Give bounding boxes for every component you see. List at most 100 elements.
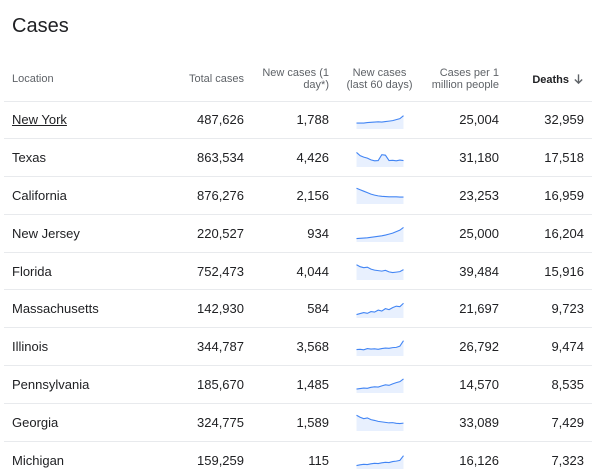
trend-sparkline-cell bbox=[337, 100, 422, 139]
location-name: Illinois bbox=[12, 339, 49, 355]
trend-sparkline bbox=[355, 302, 404, 318]
page-title: Cases bbox=[12, 15, 69, 37]
location-cell: Massachusetts bbox=[4, 289, 154, 328]
table-row[interactable]: Massachusetts 142,930 584 21,697 9,723 bbox=[4, 289, 592, 328]
trend-area bbox=[356, 152, 403, 167]
total-cases-cell: 159,259 bbox=[154, 440, 252, 476]
table-row[interactable]: Texas 863,534 4,426 31,180 17,518 bbox=[4, 138, 592, 177]
table-row[interactable]: New York 487,626 1,788 25,004 32,959 bbox=[4, 100, 592, 139]
new-cases-cell: 3,568 bbox=[252, 327, 337, 366]
deaths-cell: 9,723 bbox=[507, 289, 592, 328]
deaths-cell: 7,323 bbox=[507, 440, 592, 476]
trend-sparkline bbox=[355, 378, 404, 394]
location-name: California bbox=[12, 187, 67, 203]
deaths-cell: 9,474 bbox=[507, 327, 592, 366]
total-cases-cell: 863,534 bbox=[154, 138, 252, 177]
cases-per-million-cell: 25,000 bbox=[422, 213, 507, 253]
cases-per-million-cell: 14,570 bbox=[422, 365, 507, 404]
location-cell: Texas bbox=[4, 138, 154, 177]
table-row[interactable]: Georgia 324,775 1,589 33,089 7,429 bbox=[4, 402, 592, 442]
cases-per-million-cell: 33,089 bbox=[422, 402, 507, 442]
trend-sparkline-cell bbox=[337, 289, 422, 328]
location-cell: Michigan bbox=[4, 440, 154, 476]
table-header-row: Location Total cases New cases (1 day*) … bbox=[4, 58, 592, 101]
location-cell: Florida bbox=[4, 251, 154, 290]
trend-sparkline bbox=[355, 188, 403, 205]
deaths-cell: 16,959 bbox=[507, 176, 592, 215]
trend-sparkline-cell bbox=[337, 365, 422, 404]
column-header-deaths[interactable]: Deaths bbox=[507, 58, 592, 101]
trend-sparkline bbox=[355, 227, 404, 243]
deaths-cell: 7,429 bbox=[507, 402, 592, 442]
trend-sparkline-cell bbox=[337, 251, 422, 290]
total-cases-cell: 752,473 bbox=[154, 251, 252, 290]
location-cell: New Jersey bbox=[4, 213, 154, 253]
location-cell[interactable]: New York bbox=[4, 100, 154, 139]
deaths-cell: 32,959 bbox=[507, 100, 592, 139]
location-name: New Jersey bbox=[12, 225, 80, 241]
table-row[interactable]: Michigan 159,259 115 16,126 7,323 bbox=[4, 440, 592, 476]
trend-sparkline bbox=[355, 151, 404, 167]
total-cases-cell: 487,626 bbox=[154, 100, 252, 139]
trend-area bbox=[356, 340, 403, 356]
trend-sparkline bbox=[356, 115, 404, 129]
new-cases-cell: 4,426 bbox=[252, 138, 337, 177]
trend-sparkline bbox=[355, 340, 404, 356]
new-cases-cell: 4,044 bbox=[252, 251, 337, 290]
new-cases-cell: 2,156 bbox=[252, 176, 337, 215]
cases-per-million-cell: 39,484 bbox=[422, 251, 507, 290]
location-name: Michigan bbox=[12, 452, 65, 468]
location-cell: California bbox=[4, 176, 154, 215]
table-row[interactable]: California 876,276 2,156 23,253 16,959 bbox=[4, 176, 592, 215]
trend-sparkline-cell bbox=[337, 327, 422, 366]
deaths-cell: 16,204 bbox=[507, 213, 592, 253]
table-row[interactable]: Florida 752,473 4,044 39,484 15,916 bbox=[4, 251, 592, 290]
table-row[interactable]: Pennsylvania 185,670 1,485 14,570 8,535 bbox=[4, 365, 592, 404]
trend-sparkline-cell bbox=[337, 402, 422, 442]
trend-sparkline-cell bbox=[337, 440, 422, 476]
trend-sparkline bbox=[355, 455, 404, 470]
location-cell: Georgia bbox=[4, 402, 154, 442]
deaths-cell: 15,916 bbox=[507, 251, 592, 290]
column-header-cases-per-million[interactable]: Cases per 1 million people bbox=[422, 58, 507, 101]
trend-sparkline bbox=[355, 415, 404, 432]
location-name: Texas bbox=[12, 150, 46, 166]
total-cases-cell: 220,527 bbox=[154, 213, 252, 253]
column-header-location[interactable]: Location bbox=[4, 58, 154, 101]
new-cases-cell: 584 bbox=[252, 289, 337, 328]
new-cases-cell: 115 bbox=[252, 440, 337, 476]
table-row[interactable]: New Jersey 220,527 934 25,000 16,204 bbox=[4, 213, 592, 253]
table-row[interactable]: Illinois 344,787 3,568 26,792 9,474 bbox=[4, 327, 592, 366]
location-name: Florida bbox=[12, 263, 52, 279]
location-name[interactable]: New York bbox=[12, 112, 67, 127]
cases-table: Location Total cases New cases (1 day*) … bbox=[4, 58, 592, 476]
column-header-new-cases-trend: New cases (last 60 days) bbox=[346, 67, 413, 92]
location-name: Pennsylvania bbox=[12, 376, 90, 392]
deaths-cell: 8,535 bbox=[507, 365, 592, 404]
trend-sparkline-cell bbox=[337, 213, 422, 253]
arrow-down-icon bbox=[574, 74, 583, 84]
total-cases-cell: 142,930 bbox=[154, 289, 252, 328]
new-cases-cell: 1,788 bbox=[252, 100, 337, 139]
new-cases-cell: 934 bbox=[252, 213, 337, 253]
trend-sparkline-cell bbox=[337, 176, 422, 215]
trend-area bbox=[356, 227, 403, 243]
cases-per-million-cell: 25,004 bbox=[422, 100, 507, 139]
total-cases-cell: 324,775 bbox=[154, 402, 252, 442]
new-cases-cell: 1,589 bbox=[252, 402, 337, 442]
deaths-header-label: Deaths bbox=[532, 73, 569, 86]
cases-per-million-cell: 16,126 bbox=[422, 440, 507, 476]
new-cases-cell: 1,485 bbox=[252, 365, 337, 404]
location-name: Massachusetts bbox=[12, 301, 99, 317]
cases-per-million-cell: 31,180 bbox=[422, 138, 507, 177]
cases-per-million-cell: 23,253 bbox=[422, 176, 507, 215]
total-cases-cell: 344,787 bbox=[154, 327, 252, 366]
total-cases-cell: 876,276 bbox=[154, 176, 252, 215]
column-header-new-cases[interactable]: New cases (1 day*) bbox=[252, 58, 337, 101]
trend-sparkline-cell bbox=[337, 138, 422, 177]
column-header-total-cases[interactable]: Total cases bbox=[154, 58, 252, 101]
location-cell: Pennsylvania bbox=[4, 365, 154, 404]
cases-per-million-cell: 26,792 bbox=[422, 327, 507, 366]
location-cell: Illinois bbox=[4, 327, 154, 366]
location-name: Georgia bbox=[12, 414, 59, 430]
